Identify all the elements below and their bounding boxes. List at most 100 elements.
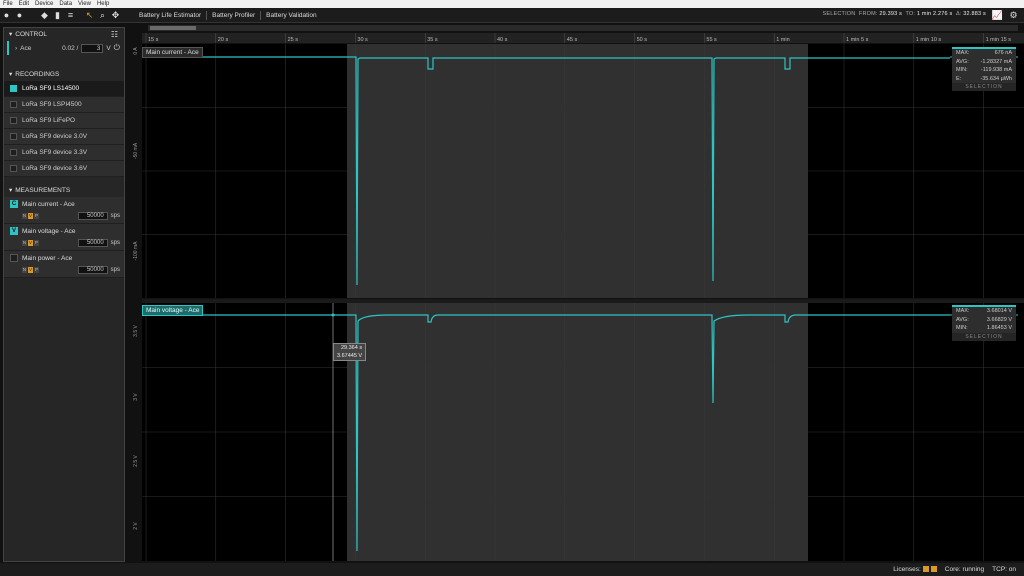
time-tick-label: 45 s: [567, 37, 578, 43]
time-tick-label: 40 s: [497, 37, 508, 43]
control-header[interactable]: ▾ CONTROL ☷: [4, 28, 124, 41]
pause-icon[interactable]: ▮: [51, 9, 64, 22]
tab-battery-validation[interactable]: Battery Validation: [261, 11, 321, 20]
measurements-header[interactable]: ▾ MEASUREMENTS: [4, 184, 124, 197]
menu-device[interactable]: Device: [35, 0, 53, 8]
measurement-item[interactable]: Main power - Ace NVP 50000 sps: [4, 251, 124, 278]
tcp-status: TCP: on: [992, 566, 1016, 573]
time-tick-label: 35 s: [427, 37, 438, 43]
sidebar: ▾ CONTROL ☷ › Ace 0.02 / 3 V ⏻ ▾ RECORDI…: [3, 27, 125, 562]
expand-icon[interactable]: ›: [15, 45, 17, 52]
recording-label: LoRa SF9 device 3.3V: [22, 149, 88, 156]
menu-view[interactable]: View: [78, 0, 91, 8]
measurement-checkbox[interactable]: C: [10, 200, 18, 208]
recording-item[interactable]: LoRa SF9 device 3.0V: [4, 129, 124, 145]
plot-area[interactable]: 15 s 20 s 25 s 30 s 35 s 40 s 45 s 50 s 55 s 1 mi…: [128, 23, 1024, 563]
flag-v[interactable]: V: [28, 267, 33, 273]
measurement-checkbox[interactable]: V: [10, 227, 18, 235]
cursor-readout: 29.364 s 3.67445 V: [333, 343, 367, 361]
expand-icon[interactable]: ◆: [38, 9, 51, 22]
checkbox[interactable]: [10, 117, 17, 124]
y-axis-ticks: 0 A -50 mA -100 mA 3.5 V 3 V 2.5 V 2 V: [133, 47, 139, 530]
time-tick-label: 30 s: [357, 37, 368, 43]
y-tick-label: 2.5 V: [133, 455, 139, 467]
time-axis[interactable]: [142, 33, 1024, 43]
flag-n[interactable]: N: [22, 267, 27, 273]
toolbar: ● ● ◆ ▮ ≡ ↖ ⌕ ✥ Battery Life Estimator B…: [0, 8, 1024, 23]
current-stats-box: MAX: 676 nA AVG: -1.28327 mA MIN: -119.938 …: [952, 47, 1016, 91]
licenses: Licenses:: [893, 566, 937, 573]
pan-icon[interactable]: ✥: [109, 9, 122, 22]
flag-v[interactable]: V: [28, 240, 33, 246]
sps-unit: sps: [110, 267, 120, 273]
panel-divider[interactable]: [142, 299, 1024, 303]
recording-label: LoRa SF9 device 3.0V: [22, 133, 88, 140]
checkbox[interactable]: [10, 85, 17, 92]
tab-battery-life-estimator[interactable]: Battery Life Estimator: [134, 10, 208, 20]
max-value: 676 nA: [994, 50, 1012, 56]
recording-item[interactable]: LoRa SF9 LSPI4500: [4, 97, 124, 113]
settings-icon[interactable]: ⚙: [1007, 9, 1020, 22]
min-value: 1.86453 V: [986, 325, 1012, 331]
status-bar: Licenses: Core: running TCP: on: [0, 563, 1024, 576]
flag-n[interactable]: N: [22, 213, 27, 219]
overview-thumb[interactable]: [150, 26, 196, 30]
stats-footer[interactable]: SELECTION: [952, 332, 1016, 341]
licenses-label: Licenses:: [893, 566, 921, 573]
sps-select[interactable]: 50000: [77, 212, 108, 220]
flag-v[interactable]: V: [28, 213, 33, 219]
equalizer-icon[interactable]: ☷: [111, 28, 118, 41]
cursor-value: 3.67445 V: [337, 353, 363, 359]
menu-file[interactable]: File: [3, 0, 13, 8]
checkbox[interactable]: [10, 101, 17, 108]
time-tick-label: 1 min 5 s: [846, 37, 869, 43]
sliders-icon[interactable]: ≡: [64, 9, 77, 22]
measurement-item[interactable]: V Main voltage - Ace NVP 50000 sps: [4, 224, 124, 251]
y-tick-label: -50 mA: [133, 142, 139, 159]
time-tick-label: 20 s: [218, 37, 229, 43]
recording-label: LoRa SF9 device 3.6V: [22, 165, 88, 172]
sps-select[interactable]: 50000: [77, 239, 108, 247]
checkbox[interactable]: [10, 165, 17, 172]
time-tick-label: 50 s: [637, 37, 648, 43]
stop-icon[interactable]: ●: [13, 9, 26, 22]
menu-edit[interactable]: Edit: [19, 0, 29, 8]
checkbox[interactable]: [10, 149, 17, 156]
checkbox[interactable]: [10, 133, 17, 140]
pointer-icon[interactable]: ↖: [83, 9, 96, 22]
stats-footer[interactable]: SELECTION: [952, 83, 1016, 91]
y-tick-label: 0 A: [133, 47, 139, 55]
zoom-icon[interactable]: ⌕: [96, 9, 109, 22]
menu-help[interactable]: Help: [97, 0, 109, 8]
flag-group: NVP: [22, 213, 39, 219]
sps-select[interactable]: 50000: [77, 266, 108, 274]
plot-svg[interactable]: 15 s 20 s 25 s 30 s 35 s 40 s 45 s 50 s 55 s 1 mi…: [128, 23, 1024, 563]
power-icon[interactable]: ⏻: [114, 43, 120, 53]
menu-data[interactable]: Data: [59, 0, 72, 8]
max-value: 3.68014 V: [986, 308, 1012, 314]
license-icon[interactable]: [922, 566, 929, 573]
measurement-item[interactable]: C Main current - Ace NVP 50000 sps: [4, 197, 124, 224]
voltage-trace-label[interactable]: Main voltage - Ace: [142, 305, 204, 316]
collapse-icon: ▾: [9, 31, 13, 38]
current-trace-label[interactable]: Main current - Ace: [142, 47, 203, 58]
flag-p[interactable]: P: [34, 240, 39, 246]
recordings-header[interactable]: ▾ RECORDINGS: [4, 68, 124, 81]
overview-track[interactable]: [148, 25, 1018, 31]
measurement-checkbox[interactable]: [10, 254, 18, 262]
flag-p[interactable]: P: [34, 267, 39, 273]
avg-value: -1.28327 mA: [980, 58, 1013, 65]
recordings-list: LoRa SF9 LS14500 LoRa SF9 LSPI4500 LoRa …: [4, 81, 124, 177]
recording-item[interactable]: LoRa SF9 device 3.6V: [4, 161, 124, 177]
chart-icon[interactable]: 📈: [991, 9, 1004, 22]
record-icon[interactable]: ●: [0, 9, 13, 22]
recording-item[interactable]: LoRa SF9 device 3.3V: [4, 145, 124, 161]
recording-item[interactable]: LoRa SF9 LS14500: [4, 81, 124, 97]
flag-n[interactable]: N: [22, 240, 27, 246]
license-icon[interactable]: [930, 566, 937, 573]
voltage-input[interactable]: 3: [81, 43, 104, 53]
avg-value: 3.66829 V: [986, 316, 1012, 323]
tab-battery-profiler[interactable]: Battery Profiler: [207, 10, 262, 20]
flag-p[interactable]: P: [34, 213, 39, 219]
recording-item[interactable]: LoRa SF9 LiFePO: [4, 113, 124, 129]
